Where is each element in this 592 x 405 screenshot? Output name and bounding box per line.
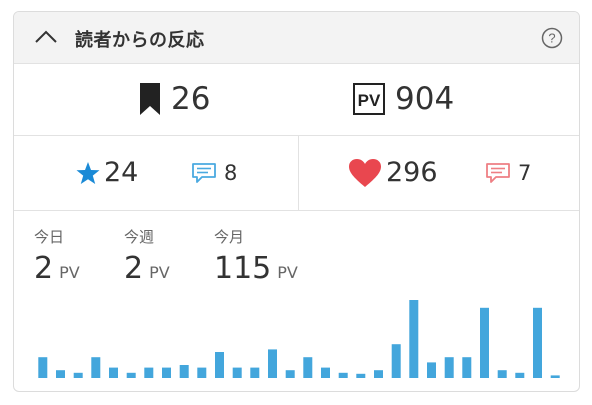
pv-month-label: 今月 bbox=[214, 228, 245, 246]
comment-icon bbox=[486, 163, 510, 183]
chart-bar[interactable] bbox=[444, 357, 454, 378]
star-count-value: 24 bbox=[104, 157, 139, 188]
section-title: 読者からの反応 bbox=[75, 30, 205, 51]
pv-icon: PV bbox=[353, 83, 385, 115]
chart-bar[interactable] bbox=[197, 367, 207, 378]
pv-today-unit: PV bbox=[59, 263, 80, 282]
chart-bar[interactable] bbox=[515, 372, 525, 378]
pv-total-value: 904 bbox=[395, 81, 455, 117]
chart-bar[interactable] bbox=[250, 367, 260, 378]
collapse-button[interactable] bbox=[33, 27, 59, 47]
chart-bar[interactable] bbox=[109, 367, 118, 378]
heart-icon bbox=[349, 159, 381, 187]
chart-bar[interactable] bbox=[126, 372, 136, 378]
star-icon bbox=[76, 162, 100, 184]
heart-count[interactable]: 296 bbox=[348, 158, 438, 188]
question-circle-icon: ? bbox=[541, 27, 563, 49]
pv-month: 今月 115 PV bbox=[214, 228, 298, 290]
pv-month-unit: PV bbox=[277, 263, 298, 282]
chart-bar[interactable] bbox=[56, 370, 65, 378]
pv-month-value: 115 bbox=[214, 251, 272, 286]
pv-today-value: 2 bbox=[34, 251, 54, 286]
chart-bar[interactable] bbox=[550, 375, 560, 378]
pv-today: 今日 2 PV bbox=[34, 228, 80, 290]
help-button[interactable]: ? bbox=[541, 27, 563, 49]
heart-comment-count-value: 7 bbox=[518, 161, 532, 185]
star-comment-count[interactable]: 8 bbox=[191, 161, 237, 185]
chart-bar[interactable] bbox=[409, 300, 419, 378]
chart-bar[interactable] bbox=[533, 307, 542, 378]
chart-bar[interactable] bbox=[497, 370, 507, 378]
chart-bar[interactable] bbox=[162, 367, 171, 378]
chart-bar[interactable] bbox=[391, 344, 401, 378]
chart-bar[interactable] bbox=[480, 307, 489, 378]
chart-bar[interactable] bbox=[144, 367, 154, 378]
bookmark-icon bbox=[140, 83, 160, 115]
star-comment-count-value: 8 bbox=[224, 161, 238, 185]
divider bbox=[298, 136, 299, 210]
star-count[interactable]: 24 bbox=[76, 158, 138, 188]
heart-comment-count[interactable]: 7 bbox=[485, 161, 531, 185]
chart-bar[interactable] bbox=[268, 349, 277, 378]
chart-bar[interactable] bbox=[73, 372, 83, 378]
svg-text:?: ? bbox=[548, 31, 555, 46]
card-header: 読者からの反応 ? bbox=[14, 12, 579, 64]
chart-bar[interactable] bbox=[285, 370, 295, 378]
comment-icon bbox=[192, 163, 216, 183]
pv-week-unit: PV bbox=[149, 263, 170, 282]
chart-bar[interactable] bbox=[321, 367, 330, 378]
pv-total: PV 904 bbox=[353, 82, 454, 116]
chart-bar[interactable] bbox=[179, 365, 189, 378]
reader-reactions-card: 読者からの反応 ? 26 PV 904 24 8 296 7 今日 2 PV 今… bbox=[13, 11, 580, 392]
chart-bar[interactable] bbox=[38, 357, 48, 378]
chart-bar[interactable] bbox=[303, 357, 313, 378]
bookmark-count-value: 26 bbox=[171, 81, 211, 117]
chart-bar[interactable] bbox=[232, 367, 242, 378]
chart-bar[interactable] bbox=[374, 370, 383, 378]
bookmark-count[interactable]: 26 bbox=[139, 82, 210, 116]
chart-bar[interactable] bbox=[427, 362, 436, 378]
chart-bar[interactable] bbox=[215, 352, 224, 378]
pv-week: 今週 2 PV bbox=[124, 228, 170, 290]
chevron-up-icon bbox=[35, 30, 57, 43]
chart-bar[interactable] bbox=[462, 357, 472, 378]
heart-count-value: 296 bbox=[386, 157, 438, 188]
pv-today-label: 今日 bbox=[34, 228, 65, 246]
pv-week-label: 今週 bbox=[124, 228, 155, 246]
pv-week-value: 2 bbox=[124, 251, 144, 286]
chart-bar[interactable] bbox=[356, 373, 366, 378]
reactions-row: 24 8 296 7 bbox=[14, 136, 579, 211]
chart-bar[interactable] bbox=[91, 357, 101, 378]
totals-row: 26 PV 904 bbox=[14, 64, 579, 136]
svg-text:PV: PV bbox=[358, 91, 381, 110]
pv-bar-chart bbox=[38, 300, 560, 378]
chart-bar[interactable] bbox=[338, 372, 348, 378]
